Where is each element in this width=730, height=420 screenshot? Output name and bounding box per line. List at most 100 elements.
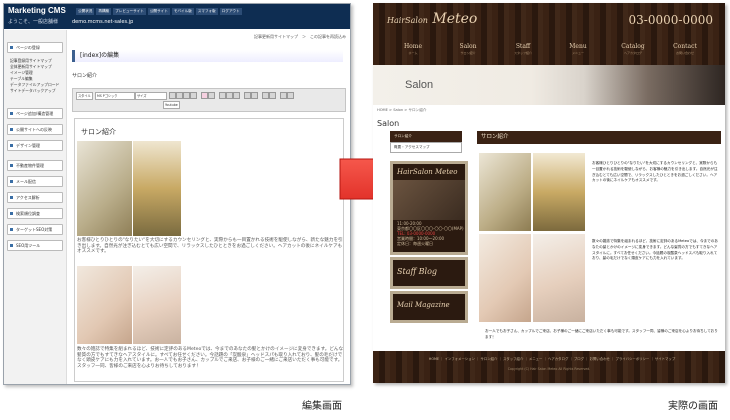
side-btn-publish[interactable]: 公開サイトへの反映 <box>7 124 63 135</box>
side-btn-seo-tool[interactable]: SEO用ツール <box>7 240 63 251</box>
undo-icon[interactable] <box>280 92 287 99</box>
topnav-status[interactable]: 公開状況 <box>76 8 95 15</box>
main-paragraph-2: 数々の雑誌で特集を組まれるほど、技術に定評のあるMeteoでは、今までのあなたの… <box>592 239 718 261</box>
nav-label: Menu <box>569 43 587 50</box>
editor-paragraph-2: 数々の雑誌で特集を組まれるほど、技術に定評のあるMeteoでは、今までのあなたの… <box>77 347 344 370</box>
side-btn-ranking[interactable]: 検索順位調査 <box>7 208 63 219</box>
site-page-title: Salon <box>377 119 400 128</box>
editor-heading: サロン紹介 <box>81 128 116 136</box>
text-color-icon[interactable] <box>201 92 208 99</box>
main-heading: サロン紹介 <box>477 131 721 144</box>
cms-domain: demo.mcms.net-sales.jp <box>72 19 134 25</box>
salon-photo-nail <box>77 266 132 344</box>
mail-magazine-label: Mail Magazine <box>397 301 450 309</box>
topnav-smartphone[interactable]: スマフォ版 <box>195 8 218 15</box>
side-btn-design[interactable]: デザイン管理 <box>7 140 63 151</box>
topnav-logout[interactable]: ログアウト <box>219 8 242 15</box>
staff-blog-label: Staff Blog <box>397 267 438 276</box>
banner-title: Salon <box>405 79 434 91</box>
bg-color-icon[interactable] <box>208 92 215 99</box>
style-select[interactable]: スタイル <box>76 92 93 100</box>
site-logo[interactable]: HairSalon Meteo <box>387 11 477 27</box>
nav-contact[interactable]: Contact お問い合わせ <box>659 43 711 55</box>
cms-logo: Marketing CMS <box>8 6 66 15</box>
topnav-preview[interactable]: プレビューサイト <box>113 8 146 15</box>
side-btn-page-structure[interactable]: ページ追加/構造管理 <box>7 108 63 119</box>
size-select[interactable]: サイズ <box>135 92 167 100</box>
caption-edit-screen: 編集画面 <box>302 401 342 412</box>
table-icon[interactable] <box>269 92 276 99</box>
content-editor[interactable]: サロン紹介 お客様ひとりひとりの"なりたい"を大切にするカウンセリングと、実際か… <box>74 118 344 382</box>
salon-photo-plant <box>77 141 132 236</box>
caption-actual-screen: 実際の画面 <box>668 401 718 412</box>
nav-label: Catalog <box>621 43 645 50</box>
nav-home[interactable]: Home ホーム <box>387 43 439 55</box>
side-btn-seo[interactable]: ターゲットSEO対策 <box>7 224 63 235</box>
cms-sidebar: ページの登録 記事登録用サイトマップ 全体更新用サイトマップ イメージ管理 テー… <box>4 30 67 384</box>
nav-sub: サロン紹介 <box>460 51 476 55</box>
page-banner: Salon <box>373 65 725 105</box>
salon-interior-photo <box>393 180 465 220</box>
side-btn-access[interactable]: アクセス解析 <box>7 192 63 203</box>
font-select[interactable]: MS Pゴシック <box>95 92 135 100</box>
side-btn-page-register[interactable]: ページの登録 <box>7 42 63 53</box>
site-photo-hands <box>533 234 585 322</box>
redo-icon[interactable] <box>287 92 294 99</box>
rich-text-toolbar: スタイル MS Pゴシック サイズ Youtube <box>72 88 346 112</box>
footer-copyright: Copyright (C) Hair Salon Meteo All Right… <box>507 367 591 371</box>
info-closed: 定休日：毎週火曜日 <box>397 241 433 246</box>
align-left-icon[interactable] <box>219 92 226 99</box>
main-paragraph-3: お一人でもお子さん、カップルでご来店、お子様のご一緒にご来店いただく事も可能です… <box>485 329 718 339</box>
nav-label: Salon <box>459 43 477 50</box>
side-btn-property[interactable]: 不動産物件管理 <box>7 160 63 171</box>
salon-photo-hands <box>133 266 181 344</box>
site-photo-plant <box>479 153 531 231</box>
youtube-button[interactable]: Youtube <box>163 101 180 109</box>
logo-big-text: Meteo <box>432 11 478 27</box>
main-paragraph-1: お客様ひとりひとりの"なりたい"を大切にするカウンセリングと、実際からも一目置か… <box>592 161 718 183</box>
strike-icon[interactable] <box>190 92 197 99</box>
nav-staff[interactable]: Staff スタッフ紹介 <box>497 43 549 55</box>
site-photo-nail <box>479 234 531 322</box>
italic-icon[interactable] <box>176 92 183 99</box>
nav-catalog[interactable]: Catalog ヘアカタログ <box>607 43 659 55</box>
side-btn-mail[interactable]: メール配信 <box>7 176 63 187</box>
cms-welcome-text: ようこそ、一般店舗様 <box>8 19 59 25</box>
cms-main: 記事更新用サイトマップ ＞ この記事を再読込み [index]の編集 サロン紹介… <box>68 30 350 384</box>
field-label: サロン紹介 <box>72 73 98 79</box>
site-content: HOME > Salon > サロン紹介 Salon サロン紹介 概要・アクセス… <box>373 105 725 351</box>
nav-sub: お問い合わせ <box>675 51 694 55</box>
topnav-rebuild[interactable]: 再構築 <box>96 8 112 15</box>
nav-sub: スタッフ紹介 <box>513 51 532 55</box>
breadcrumb[interactable]: 記事更新用サイトマップ ＞ この記事を再読込み <box>254 34 346 40</box>
nav-menu[interactable]: Menu メニュー <box>552 43 604 55</box>
footer-links[interactable]: HOME ｜ インフォメーション ｜ サロン紹介 ｜ スタッフ紹介 ｜ メニュー… <box>387 356 717 361</box>
nav-sub: メニュー <box>571 51 584 55</box>
link-icon[interactable] <box>251 92 258 99</box>
cms-editor-screen: Marketing CMS ようこそ、一般店舗様 demo.mcms.net-s… <box>3 3 351 385</box>
side-link-salon[interactable]: サロン紹介 <box>390 131 462 142</box>
align-right-icon[interactable] <box>233 92 240 99</box>
topnav-public-site[interactable]: 公開サイト <box>147 8 170 15</box>
site-phone: 03-0000-0000 <box>628 13 713 27</box>
nav-salon[interactable]: Salon サロン紹介 <box>442 43 494 55</box>
salon-info-block: HairSalon Meteo 11:00-20:00 東京都〇〇区〇〇〇-〇〇… <box>390 161 468 255</box>
nav-sub: ホーム <box>408 51 418 55</box>
page-title: [index]の編集 <box>72 50 343 62</box>
underline-icon[interactable] <box>183 92 190 99</box>
side-link-access[interactable]: 概要・アクセスマップ <box>390 142 462 153</box>
image-icon[interactable] <box>262 92 269 99</box>
site-photo-bottles <box>533 153 585 231</box>
align-center-icon[interactable] <box>226 92 233 99</box>
side-sub-item[interactable]: サイトデータバックアップ <box>10 88 56 94</box>
bold-icon[interactable] <box>169 92 176 99</box>
staff-blog-banner[interactable]: Staff Blog <box>390 257 468 289</box>
mail-magazine-banner[interactable]: Mail Magazine <box>390 291 468 323</box>
nav-label: Home <box>403 43 423 50</box>
list-icon[interactable] <box>244 92 251 99</box>
salon-photo-bottles <box>133 141 181 236</box>
cms-header: Marketing CMS ようこそ、一般店舗様 demo.mcms.net-s… <box>4 4 350 29</box>
topnav-mobile[interactable]: モバイル版 <box>171 8 194 15</box>
site-breadcrumb[interactable]: HOME > Salon > サロン紹介 <box>377 108 426 113</box>
live-site-screen: HairSalon Meteo 03-0000-0000 Home ホーム Sal… <box>373 3 725 383</box>
